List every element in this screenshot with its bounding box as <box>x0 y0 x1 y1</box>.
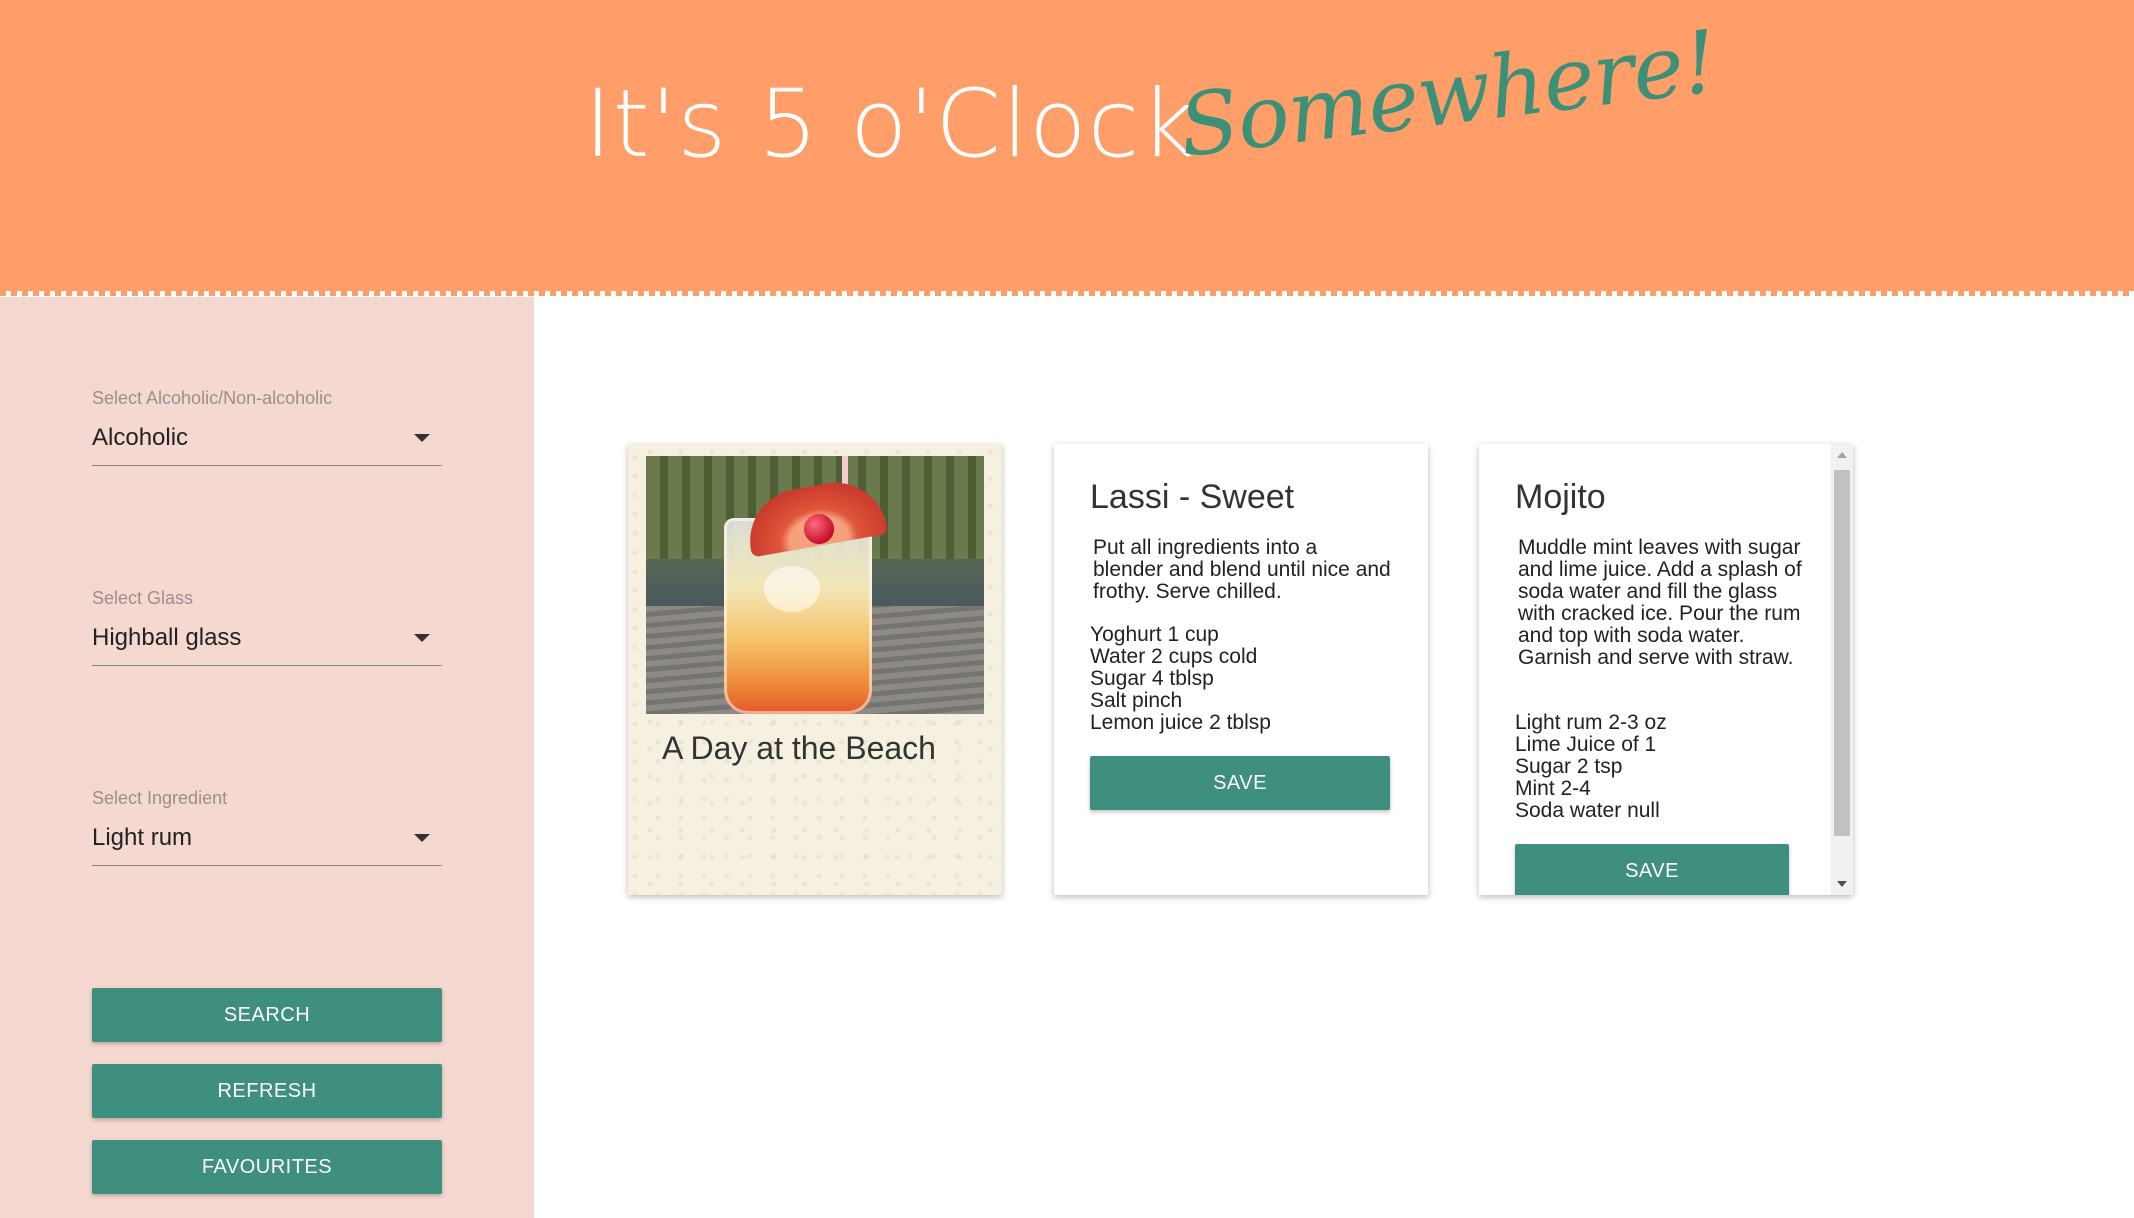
glass-select-value: Highball glass <box>92 624 242 651</box>
ingredient-item: Sugar 2 tsp <box>1515 755 1623 778</box>
scroll-thumb[interactable] <box>1834 470 1850 836</box>
glass-filter-label: Select Glass <box>92 588 194 608</box>
ingredient-item: Lemon juice 2 tblsp <box>1090 711 1271 734</box>
scroll-down-icon[interactable] <box>1837 881 1847 887</box>
dropdown-arrow-icon <box>414 434 430 442</box>
recipe-instructions: Muddle mint leaves with sugar and lime j… <box>1518 536 1802 669</box>
ingredient-select-value: Light rum <box>92 824 193 851</box>
ingredient-item: Sugar 4 tblsp <box>1090 667 1214 690</box>
photo-cherry <box>804 514 834 544</box>
ingredient-item: Mint 2-4 <box>1515 777 1591 800</box>
ingredient-filter-label: Select Ingredient <box>92 788 228 808</box>
cocktail-photo <box>646 456 984 714</box>
ingredient-item: Yoghurt 1 cup <box>1090 623 1219 646</box>
alcoholic-select[interactable]: Alcoholic <box>92 418 442 466</box>
ingredient-list: Yoghurt 1 cup Water 2 cups cold Sugar 4 … <box>1090 624 1400 734</box>
recipe-instructions: Put all ingredients into a blender and b… <box>1093 536 1391 603</box>
card-scrollbar[interactable] <box>1831 444 1853 895</box>
ingredient-item: Light rum 2-3 oz <box>1515 711 1667 734</box>
search-button[interactable]: SEARCH <box>92 988 442 1042</box>
ingredient-select[interactable]: Light rum <box>92 818 442 866</box>
ingredient-item: Soda water null <box>1515 799 1660 822</box>
ingredient-item: Water 2 cups cold <box>1090 645 1258 668</box>
alcoholic-filter-label: Select Alcoholic/Non-alcoholic <box>92 388 333 408</box>
save-button[interactable]: SAVE <box>1090 756 1390 810</box>
scroll-up-icon[interactable] <box>1837 452 1847 458</box>
recipe-card-lassi: Lassi - Sweet Put all ingredients into a… <box>1054 444 1428 895</box>
filter-sidebar: Select Alcoholic/Non-alcoholic Alcoholic… <box>0 297 534 1218</box>
site-title: It's 5 o'Clock <box>584 70 1196 179</box>
ingredient-item: Lime Juice of 1 <box>1515 733 1657 756</box>
refresh-button[interactable]: REFRESH <box>92 1064 442 1118</box>
header-banner: It's 5 o'Clock Somewhere! <box>0 0 2134 296</box>
alcoholic-select-value: Alcoholic <box>92 424 189 451</box>
recipe-title: Lassi - Sweet <box>1090 478 1295 516</box>
ingredient-item: Salt pinch <box>1090 689 1183 712</box>
glass-select[interactable]: Highball glass <box>92 618 442 666</box>
dropdown-arrow-icon <box>414 834 430 842</box>
save-button[interactable]: SAVE <box>1515 844 1789 895</box>
recipe-card-mojito[interactable]: Mojito Muddle mint leaves with sugar and… <box>1479 444 1853 895</box>
drink-title: A Day at the Beach <box>662 730 936 766</box>
dropdown-arrow-icon <box>414 634 430 642</box>
recipe-title: Mojito <box>1515 478 1606 516</box>
site-title-script: Somewhere! <box>1173 12 1722 178</box>
drink-card-photo[interactable]: A Day at the Beach <box>628 444 1002 895</box>
favourites-button[interactable]: FAVOURITES <box>92 1140 442 1194</box>
ingredient-list: Light rum 2-3 oz Lime Juice of 1 Sugar 2… <box>1515 712 1825 822</box>
photo-ice <box>764 566 820 612</box>
